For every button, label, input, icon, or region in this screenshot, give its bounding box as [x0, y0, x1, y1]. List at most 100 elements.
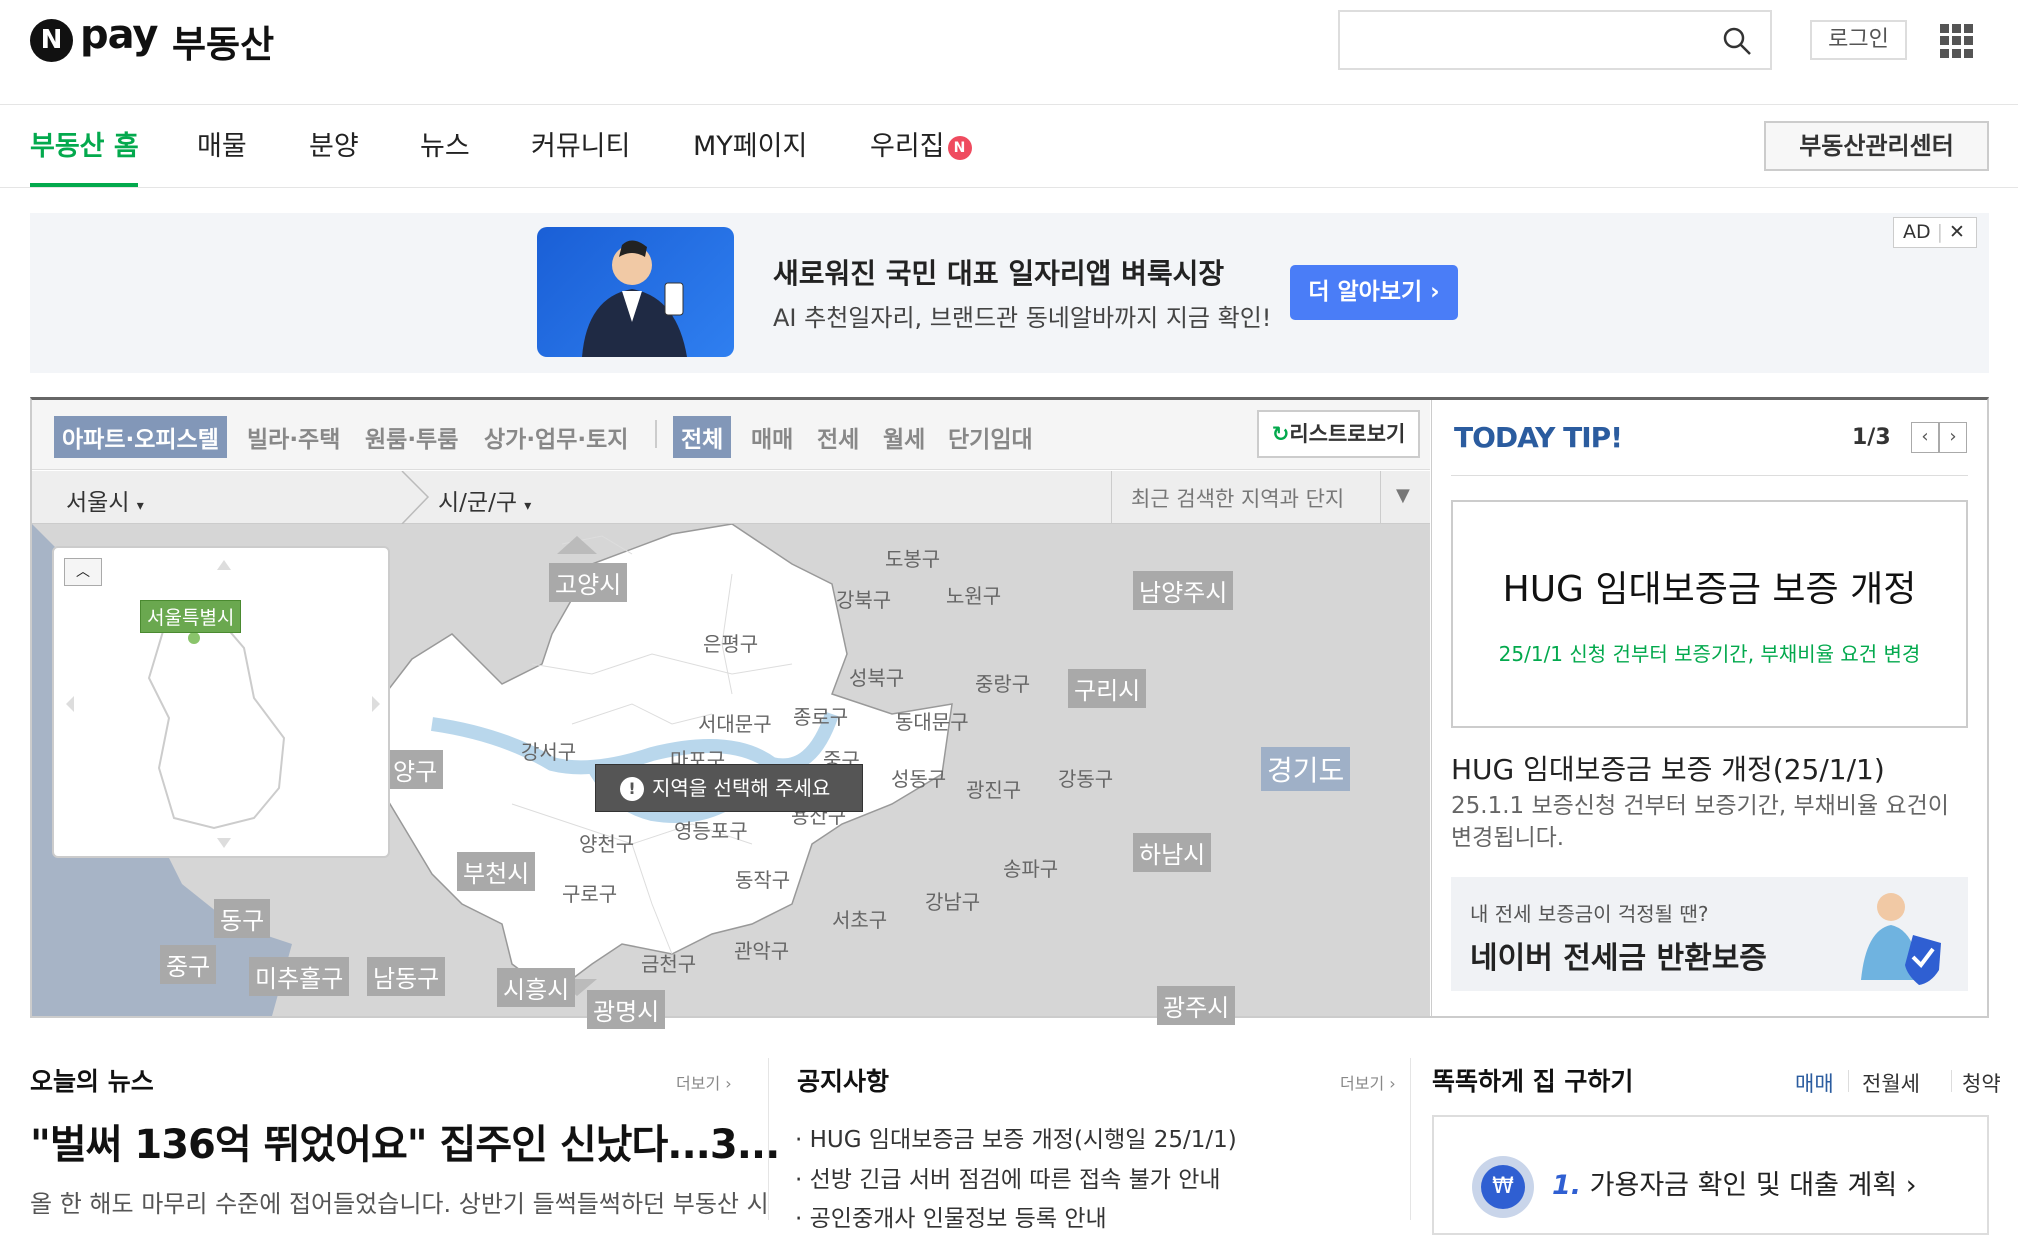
district-label[interactable]: 도봉구 — [885, 543, 940, 572]
close-icon[interactable]: ✕ — [1949, 221, 1965, 243]
breadcrumb-arrow-icon — [401, 471, 430, 524]
guide-tab-rent[interactable]: 전월세 — [1862, 1068, 1920, 1098]
notice-item-text: 선방 긴급 서버 점검에 따른 접속 불가 안내 — [809, 1167, 1221, 1193]
logo-pay[interactable]: pay — [80, 12, 158, 58]
list-view-label: 리스트로보기 — [1289, 422, 1406, 446]
type-apartment[interactable]: 아파트·오피스텔 — [54, 416, 227, 458]
region-label[interactable]: 경기도 — [1261, 747, 1351, 791]
district-label[interactable]: 관악구 — [734, 935, 789, 964]
naver-logo-icon[interactable]: N — [30, 19, 73, 62]
guide-tab-subscription[interactable]: 청약 — [1962, 1068, 2001, 1098]
district-label[interactable]: 양천구 — [579, 828, 634, 857]
deal-sale[interactable]: 매매 — [751, 420, 793, 454]
district-label[interactable]: 노원구 — [946, 580, 1001, 609]
notice-item[interactable]: · 공인중개사 인물정보 등록 안내 — [795, 1199, 1107, 1233]
seoul-minimap-label[interactable]: 서울특별시 — [140, 600, 242, 633]
district-label[interactable]: 강남구 — [925, 886, 980, 915]
region-label[interactable]: 시흥시 — [497, 968, 576, 1007]
deal-short[interactable]: 단기임대 — [948, 420, 1033, 454]
district-label[interactable]: 성동구 — [891, 763, 946, 792]
ad-image[interactable] — [537, 227, 734, 357]
region-label[interactable]: 고양시 — [549, 563, 628, 602]
section-divider — [1410, 1058, 1411, 1220]
type-commercial[interactable]: 상가·업무·토지 — [484, 420, 628, 454]
region-label[interactable]: 중구 — [160, 945, 217, 984]
district-label[interactable]: 강북구 — [836, 584, 891, 613]
city-select[interactable]: 서울시 ▾ — [66, 483, 144, 517]
district-label[interactable]: 서초구 — [832, 904, 887, 933]
district-label[interactable]: 강동구 — [1058, 763, 1113, 792]
news-headline[interactable]: "벌써 136억 뛰었어요" 집주인 신났다...3... — [30, 1112, 780, 1170]
nav-community[interactable]: 커뮤니티 — [531, 124, 630, 163]
management-center-button[interactable]: 부동산관리센터 — [1764, 121, 1989, 171]
region-label[interactable]: 양구 — [387, 750, 444, 789]
nav-listings[interactable]: 매물 — [197, 124, 247, 163]
tab-divider — [1848, 1070, 1849, 1092]
region-label[interactable]: 동구 — [214, 899, 271, 938]
district-label[interactable]: 동작구 — [735, 864, 790, 893]
guide-step[interactable]: 1. 가용자금 확인 및 대출 계획 › — [1552, 1163, 1917, 1202]
login-button[interactable]: 로그인 — [1810, 20, 1907, 60]
ad-banner[interactable] — [30, 213, 1989, 373]
deal-jeonse[interactable]: 전세 — [817, 420, 859, 454]
ad-learn-more-button[interactable]: 더 알아보기 › — [1290, 265, 1458, 320]
district-label[interactable]: 강서구 — [521, 736, 576, 765]
district-label[interactable]: 은평구 — [703, 628, 758, 657]
chevron-down-icon: ▾ — [136, 498, 144, 514]
nav-home[interactable]: 부동산 홈 — [30, 124, 139, 163]
step-number: 1. — [1552, 1170, 1582, 1201]
district-label[interactable]: 영등포구 — [674, 815, 748, 844]
korea-minimap[interactable]: ︿ 서울특별시 — [52, 546, 390, 858]
tip-prev-icon[interactable]: ‹ — [1911, 422, 1939, 453]
tip-title: TODAY TIP! — [1454, 421, 1623, 454]
step-label: 가용자금 확인 및 대출 계획 › — [1589, 1170, 1917, 1201]
region-label[interactable]: 구리시 — [1068, 669, 1147, 708]
recent-dropdown-icon[interactable]: ▼ — [1396, 485, 1410, 506]
region-label[interactable]: 남양주시 — [1133, 571, 1234, 610]
search-icon[interactable] — [1722, 26, 1752, 56]
select-divider — [1111, 471, 1112, 524]
notice-more-link[interactable]: 더보기 › — [1340, 1070, 1396, 1094]
deal-all[interactable]: 전체 — [673, 416, 732, 458]
district-label[interactable]: 송파구 — [1003, 853, 1058, 882]
type-oneroom[interactable]: 원룸·투룸 — [365, 420, 458, 454]
district-label[interactable]: 동대문구 — [895, 706, 969, 735]
list-view-button[interactable]: ↻리스트로보기 — [1257, 410, 1420, 458]
tip-card[interactable] — [1451, 500, 1968, 728]
district-label[interactable]: 종로구 — [793, 701, 848, 730]
nav-presale[interactable]: 분양 — [309, 124, 359, 163]
korea-map[interactable] — [54, 548, 392, 860]
news-more-link[interactable]: 더보기 › — [676, 1070, 732, 1094]
logo-title[interactable]: 부동산 — [172, 14, 274, 68]
deal-monthly[interactable]: 월세 — [883, 420, 925, 454]
recent-search-select[interactable]: 최근 검색한 지역과 단지 — [1131, 483, 1344, 513]
region-label[interactable]: 부천시 — [457, 852, 536, 891]
region-label[interactable]: 하남시 — [1133, 833, 1212, 872]
district-label[interactable]: 중랑구 — [975, 668, 1030, 697]
district-select[interactable]: 시/군/구 ▾ — [438, 483, 531, 517]
search-input[interactable] — [1338, 10, 1772, 70]
guide-tab-sale[interactable]: 매매 — [1795, 1068, 1834, 1098]
notice-item[interactable]: · 선방 긴급 서버 점검에 따른 접속 불가 안내 — [795, 1160, 1221, 1194]
notice-section-title: 공지사항 — [797, 1067, 890, 1096]
district-label[interactable]: 서대문구 — [698, 708, 772, 737]
nav-news[interactable]: 뉴스 — [420, 124, 470, 163]
district-label[interactable]: 구로구 — [562, 878, 617, 907]
tip-next-icon[interactable]: › — [1939, 422, 1967, 453]
region-label[interactable]: 광명시 — [587, 990, 666, 1029]
district-label[interactable]: 금천구 — [641, 948, 696, 977]
apps-grid-icon[interactable] — [1940, 24, 1974, 58]
nav-myhome[interactable]: 우리집 N — [870, 124, 972, 163]
region-label[interactable]: 미추홀구 — [249, 957, 350, 996]
nav-mypage[interactable]: MY페이지 — [693, 124, 807, 163]
tip-card-title: HUG 임대보증금 보증 개정 — [1502, 569, 1917, 610]
region-label[interactable]: 광주시 — [1157, 986, 1236, 1025]
tip-headline[interactable]: HUG 임대보증금 보증 개정(25/1/1) — [1451, 748, 1885, 788]
notice-item[interactable]: · HUG 임대보증금 보증 개정(시행일 25/1/1) — [795, 1120, 1237, 1154]
district-label[interactable]: 성북구 — [849, 662, 904, 691]
type-villa[interactable]: 빌라·주택 — [247, 420, 340, 454]
region-label[interactable]: 남동구 — [367, 957, 446, 996]
district-label[interactable]: 광진구 — [966, 774, 1021, 803]
chevron-down-icon: ▾ — [524, 498, 532, 514]
news-summary[interactable]: 올 한 해도 마무리 수준에 접어들었습니다. 상반기 들썩들썩하던 부동산 시 — [30, 1184, 769, 1219]
